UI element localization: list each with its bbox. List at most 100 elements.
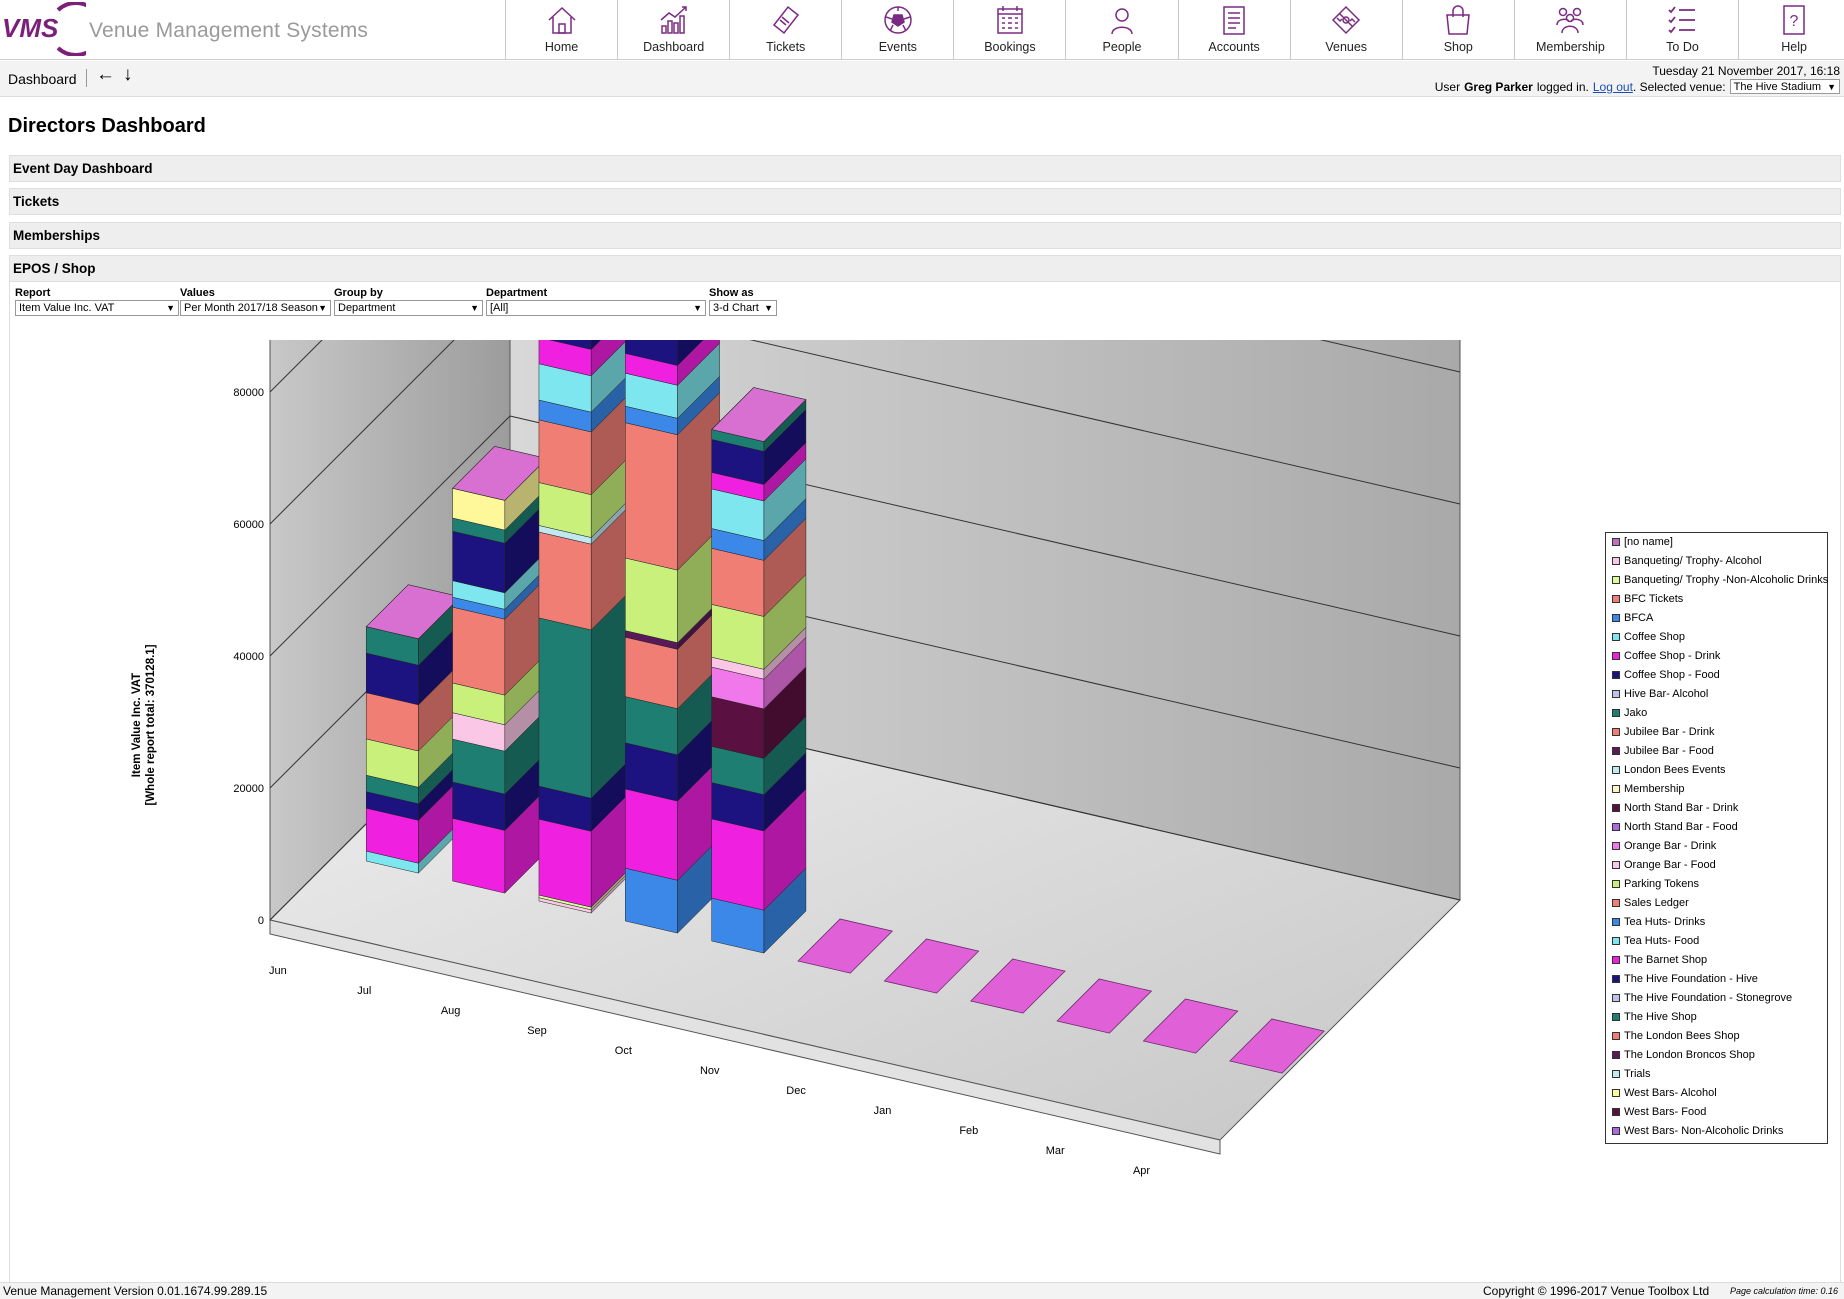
legend-swatch <box>1612 1070 1620 1078</box>
nav-membership-label: Membership <box>1536 40 1605 54</box>
chevron-down-icon: ▼ <box>318 303 327 313</box>
legend-label: West Bars- Non-Alcoholic Drinks <box>1624 1125 1784 1137</box>
pitch-icon <box>1332 5 1361 35</box>
sales-chart: 020000400006000080000100000 JunJulAugSep… <box>131 340 1461 1177</box>
logged-in-text: logged in. <box>1536 79 1589 94</box>
nav-accounts[interactable]: Accounts <box>1177 0 1290 60</box>
legend-item: Tea Huts- Food <box>1612 935 1699 947</box>
copyright-text: Copyright © 1996-2017 Venue Toolbox Ltd <box>1483 1284 1710 1298</box>
bar-segment <box>625 788 678 881</box>
nav-shop[interactable]: Shop <box>1401 0 1514 60</box>
bar-segment <box>538 617 592 799</box>
nav-venues[interactable]: Venues <box>1289 0 1402 60</box>
svg-text:?: ? <box>1790 13 1799 30</box>
nav-events[interactable]: Events <box>841 0 953 60</box>
legend-item: Banqueting/ Trophy- Alcohol <box>1612 555 1762 567</box>
back-arrow-icon[interactable]: ← <box>96 64 115 86</box>
help-icon: ? <box>1783 5 1805 35</box>
chart-legend: [no name] Banqueting/ Trophy- Alcohol Banq… <box>1605 532 1828 1144</box>
section-memberships[interactable]: Memberships <box>9 222 1841 249</box>
nav-todo[interactable]: To Do <box>1625 0 1738 60</box>
ticket-icon <box>772 5 799 35</box>
legend-label: The Hive Shop <box>1624 1011 1697 1023</box>
y-tick-label: 40000 <box>233 651 264 663</box>
person-icon <box>1111 8 1133 35</box>
section-event-day-dashboard[interactable]: Event Day Dashboard <box>9 155 1841 182</box>
y-axis-total-label: [Whole report total: 370128.1] <box>145 644 157 805</box>
legend-item: Banqueting/ Trophy -Non-Alcoholic Drinks <box>1612 574 1828 586</box>
values-select[interactable]: Per Month 2017/18 Season ▼ <box>180 300 331 316</box>
department-select[interactable]: [All] ▼ <box>486 300 706 316</box>
legend-item: BFC Tickets <box>1612 593 1683 605</box>
chevron-down-icon: ▼ <box>764 303 773 313</box>
show-as-select[interactable]: 3-d Chart ▼ <box>709 300 777 316</box>
legend-swatch <box>1612 1089 1620 1097</box>
venue-select[interactable]: The Hive Stadium ▼ <box>1729 79 1840 94</box>
document-icon <box>1223 6 1245 35</box>
current-datetime: Tuesday 21 November 2017, 16:18 <box>1652 64 1840 78</box>
filter-report: Report Item Value Inc. VAT ▼ <box>15 287 179 316</box>
nav-membership[interactable]: Membership <box>1513 0 1626 60</box>
y-axis-ticks: 020000400006000080000100000 <box>233 387 264 927</box>
legend-swatch <box>1612 1032 1620 1040</box>
logo-text: VMS <box>2 13 59 43</box>
legend-item: Membership <box>1612 783 1685 795</box>
legend-swatch <box>1612 1108 1620 1116</box>
legend-label: Sales Ledger <box>1624 897 1689 909</box>
filter-values: Values Per Month 2017/18 Season ▼ <box>180 287 331 316</box>
legend-label: Jako <box>1624 707 1648 719</box>
down-arrow-icon[interactable]: ↓ <box>123 64 133 86</box>
filter-report-label: Report <box>15 287 51 299</box>
breadcrumb-divider <box>86 69 87 87</box>
page-title: Directors Dashboard <box>8 115 206 137</box>
section-epos-shop[interactable]: EPOS / Shop <box>9 255 1841 282</box>
group-icon <box>1556 7 1585 34</box>
report-select[interactable]: Item Value Inc. VAT ▼ <box>15 300 179 316</box>
bar-segment <box>452 817 506 894</box>
legend-swatch <box>1612 918 1620 926</box>
legend-swatch <box>1612 785 1620 793</box>
checklist-icon <box>1668 6 1696 34</box>
legend-swatch <box>1612 766 1620 774</box>
chevron-down-icon: ▼ <box>693 303 702 313</box>
bar-segment <box>452 606 506 696</box>
legend-label: The London Bees Shop <box>1624 1030 1740 1042</box>
legend-label: The Hive Foundation - Stonegrove <box>1624 992 1793 1004</box>
filter-show-as-label: Show as <box>709 287 754 299</box>
bar-jul <box>451 445 548 894</box>
logout-link[interactable]: Log out <box>1593 80 1633 94</box>
legend-item: BFCA <box>1612 612 1653 624</box>
breadcrumb[interactable]: Dashboard <box>8 71 77 87</box>
nav-tickets[interactable]: Tickets <box>729 0 841 60</box>
nav-people[interactable]: People <box>1065 0 1177 60</box>
legend-item: West Bars- Food <box>1612 1106 1706 1118</box>
group-by-select[interactable]: Department ▼ <box>334 300 483 316</box>
bar-oct <box>711 387 807 954</box>
y-tick-label: 60000 <box>233 519 264 531</box>
legend-swatch <box>1612 1013 1620 1021</box>
legend-label: Banqueting/ Trophy- Alcohol <box>1624 555 1762 567</box>
dashboard-chart-icon <box>660 6 687 34</box>
legend-swatch <box>1612 956 1620 964</box>
vms-logo[interactable]: VMS <box>0 2 86 56</box>
legend-item: North Stand Bar - Drink <box>1612 802 1738 814</box>
x-tick-label: Aug <box>441 1005 461 1017</box>
legend-item: Trials <box>1612 1068 1650 1080</box>
x-tick-label: Jul <box>357 985 371 997</box>
nav-shop-label: Shop <box>1443 40 1473 54</box>
nav-dashboard[interactable]: Dashboard <box>617 0 729 60</box>
legend-item: Jubilee Bar - Drink <box>1612 726 1714 738</box>
legend-label: Coffee Shop - Drink <box>1624 650 1721 662</box>
section-tickets[interactable]: Tickets <box>9 188 1841 215</box>
legend-label: Jubilee Bar - Food <box>1624 745 1714 757</box>
legend-swatch <box>1612 1127 1620 1135</box>
legend-swatch <box>1612 690 1620 698</box>
nav-home[interactable]: Home <box>505 0 617 60</box>
nav-bookings[interactable]: Bookings <box>953 0 1065 60</box>
top-bar: VMS Venue Management Systems Home Dashbo… <box>0 0 1844 60</box>
legend-item: Jubilee Bar - Food <box>1612 745 1714 757</box>
filter-group-by-label: Group by <box>334 287 383 299</box>
chevron-down-icon: ▼ <box>166 303 175 313</box>
legend-swatch <box>1612 823 1620 831</box>
nav-help[interactable]: ? Help <box>1738 0 1844 60</box>
